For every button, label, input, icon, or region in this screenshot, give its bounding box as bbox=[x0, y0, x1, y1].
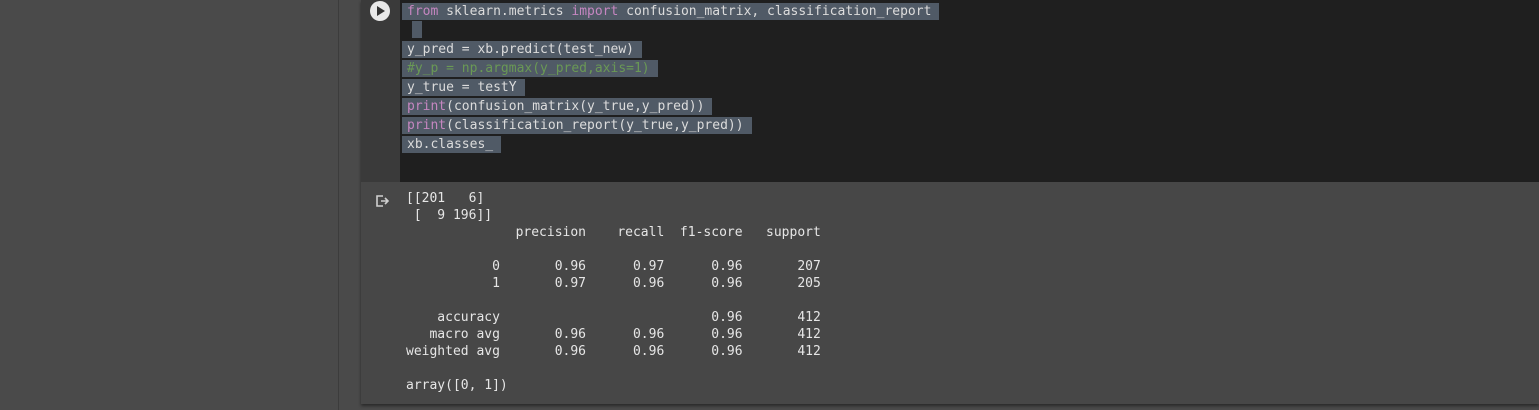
code-token: y_pred = xb.predict(test_new) bbox=[407, 42, 634, 57]
output-action-icon[interactable] bbox=[374, 193, 390, 209]
code-keyword: from bbox=[407, 4, 439, 19]
selection-highlight: #y_p = np.argmax(y_pred,axis=1) bbox=[402, 60, 658, 77]
cell-output: [[201 6] [ 9 196]] precision recall f1-s… bbox=[406, 191, 821, 393]
code-token: confusion_matrix, classification_report bbox=[618, 4, 932, 19]
selection-highlight: print(classification_report(y_true,y_pre… bbox=[402, 117, 752, 134]
code-token: y_true = testY bbox=[407, 80, 517, 95]
code-keyword: print bbox=[407, 99, 447, 114]
code-line[interactable]: from sklearn.metrics import confusion_ma… bbox=[402, 2, 940, 21]
code-line[interactable]: print(classification_report(y_true,y_pre… bbox=[402, 116, 939, 135]
selection-highlight bbox=[412, 21, 422, 38]
code-token: (classification_report(y_true,y_pred)) bbox=[446, 118, 744, 133]
code-token: xb.classes_ bbox=[407, 137, 494, 152]
code-line[interactable]: #y_p = np.argmax(y_pred,axis=1) bbox=[402, 59, 939, 78]
code-line[interactable]: y_pred = xb.predict(test_new) bbox=[402, 40, 939, 59]
code-line[interactable]: xb.classes_ bbox=[402, 135, 939, 154]
code-text[interactable]: from sklearn.metrics import confusion_ma… bbox=[402, 2, 940, 154]
run-cell-button[interactable] bbox=[370, 1, 390, 21]
play-icon bbox=[377, 6, 385, 16]
code-token: (confusion_matrix(y_true,y_pred)) bbox=[446, 99, 705, 114]
cell-gutter bbox=[361, 0, 400, 182]
selection-highlight: y_pred = xb.predict(test_new) bbox=[402, 41, 642, 58]
code-line[interactable] bbox=[402, 21, 939, 40]
code-token: sklearn.metrics bbox=[438, 4, 572, 19]
selection-highlight: y_true = testY bbox=[402, 79, 525, 96]
selection-highlight: print(confusion_matrix(y_true,y_pred)) bbox=[402, 98, 713, 115]
notebook-page: from sklearn.metrics import confusion_ma… bbox=[0, 0, 1539, 410]
code-line[interactable]: print(confusion_matrix(y_true,y_pred)) bbox=[402, 97, 939, 116]
selection-highlight: xb.classes_ bbox=[402, 136, 502, 153]
code-keyword: print bbox=[407, 118, 447, 133]
left-sidebar-panel bbox=[0, 0, 339, 410]
selection-highlight: from sklearn.metrics import confusion_ma… bbox=[402, 3, 940, 20]
code-line[interactable]: y_true = testY bbox=[402, 78, 939, 97]
code-keyword: import bbox=[571, 4, 619, 19]
code-comment: #y_p = np.argmax(y_pred,axis=1) bbox=[407, 61, 650, 76]
